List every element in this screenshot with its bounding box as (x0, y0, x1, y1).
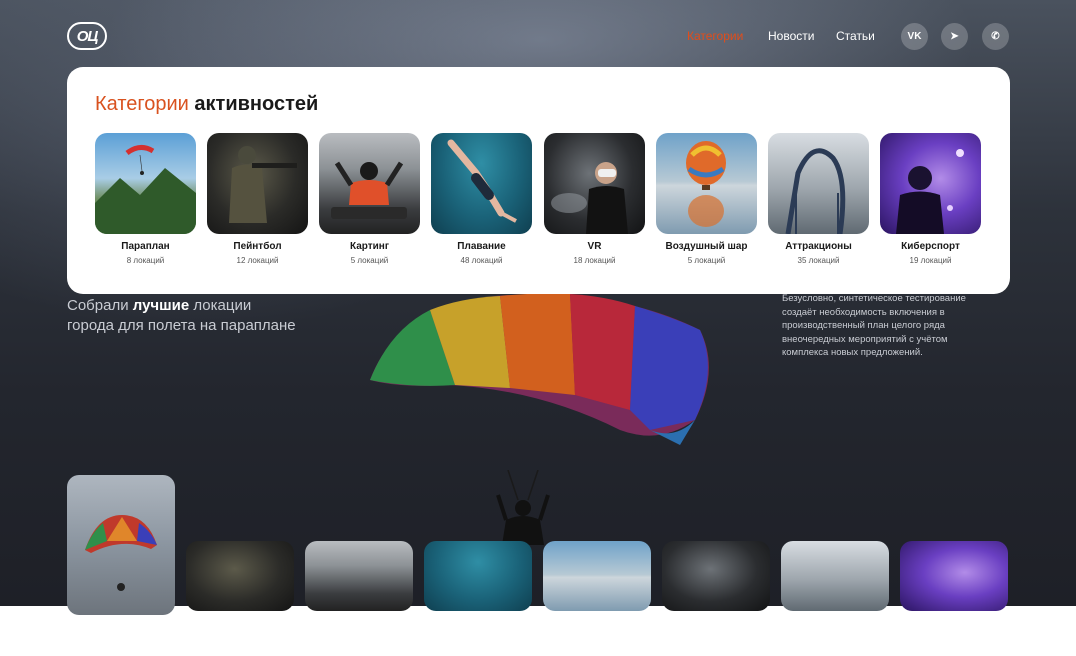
category-count: 18 локаций (573, 256, 616, 265)
category-card-swimming[interactable]: Плавание 48 локаций (431, 133, 532, 265)
telegram-icon[interactable]: ➤ (941, 23, 968, 50)
category-count: 35 локаций (797, 256, 840, 265)
thumbnail-balloon[interactable] (543, 541, 651, 611)
category-count: 8 локаций (126, 256, 165, 265)
category-count: 19 локаций (909, 256, 952, 265)
category-name: Пейнтбол (233, 241, 282, 252)
category-name: Плавание (457, 241, 506, 252)
hero-text-bold: лучшие (132, 297, 190, 314)
thumbnail-vr[interactable] (662, 541, 770, 611)
category-count: 12 локаций (236, 256, 279, 265)
category-count: 5 локаций (350, 256, 389, 265)
nav-link-news[interactable]: Новости (768, 29, 814, 43)
category-name: Параплан (121, 241, 170, 252)
vk-icon-glyph: VK (907, 31, 922, 42)
hero-text-before: Собрали (67, 297, 133, 314)
whatsapp-icon[interactable]: ✆ (982, 23, 1009, 50)
thumbnail-esports[interactable] (900, 541, 1008, 611)
categories-panel: Категории активностей Параплан 8 локаций… (67, 67, 1010, 294)
panel-title-accent: Категории (95, 93, 189, 115)
logo-text: ОЦ (76, 27, 99, 45)
thumbnail-attractions[interactable] (781, 541, 889, 611)
category-card-paraglider[interactable]: Параплан 8 локаций (95, 133, 196, 265)
panel-title-bold: активностей (194, 93, 319, 115)
balloon-image (656, 133, 757, 234)
thumbnail-swimming[interactable] (424, 541, 532, 611)
vr-image (544, 133, 645, 234)
category-name: Воздушный шар (665, 241, 748, 252)
telegram-icon-glyph: ➤ (950, 31, 959, 42)
vk-icon[interactable]: VK (901, 23, 928, 50)
thumbnail-paraglider[interactable] (67, 475, 175, 615)
whatsapp-icon-glyph: ✆ (991, 31, 1000, 42)
category-card-balloon[interactable]: Воздушный шар 5 локаций (656, 133, 757, 265)
thumbnail-paintball[interactable] (186, 541, 294, 611)
karting-image (319, 133, 420, 234)
esports-image (880, 133, 981, 234)
category-name: Картинг (349, 241, 389, 252)
category-card-attractions[interactable]: Аттракционы 35 локаций (768, 133, 869, 265)
panel-title: Категории активностей (95, 93, 318, 116)
category-card-paintball[interactable]: Пейнтбол 12 локаций (207, 133, 308, 265)
category-card-esports[interactable]: Киберспорт 19 локаций (880, 133, 981, 265)
hero-description: Безусловно, синтетическое тестирование с… (782, 293, 966, 358)
roller-coaster-image (768, 133, 869, 234)
paintball-image (207, 133, 308, 234)
category-card-karting[interactable]: Картинг 5 локаций (319, 133, 420, 265)
paraglider-image (95, 133, 196, 234)
category-card-vr[interactable]: VR 18 локаций (544, 133, 645, 265)
thumbnail-karting[interactable] (305, 541, 413, 611)
category-count: 5 локаций (687, 256, 726, 265)
parachute-canopy-image (370, 293, 709, 445)
site-logo[interactable]: ОЦ (67, 22, 107, 50)
category-count: 48 локаций (460, 256, 503, 265)
category-name: VR (587, 241, 602, 252)
hero-heading: Собрали лучшие локации города для полета… (67, 296, 297, 336)
swimming-image (431, 133, 532, 234)
category-name: Аттракционы (785, 241, 852, 252)
nav-link-articles[interactable]: Статьи (836, 29, 875, 43)
category-name: Киберспорт (901, 241, 960, 252)
nav-link-categories[interactable]: Категории (687, 29, 743, 43)
